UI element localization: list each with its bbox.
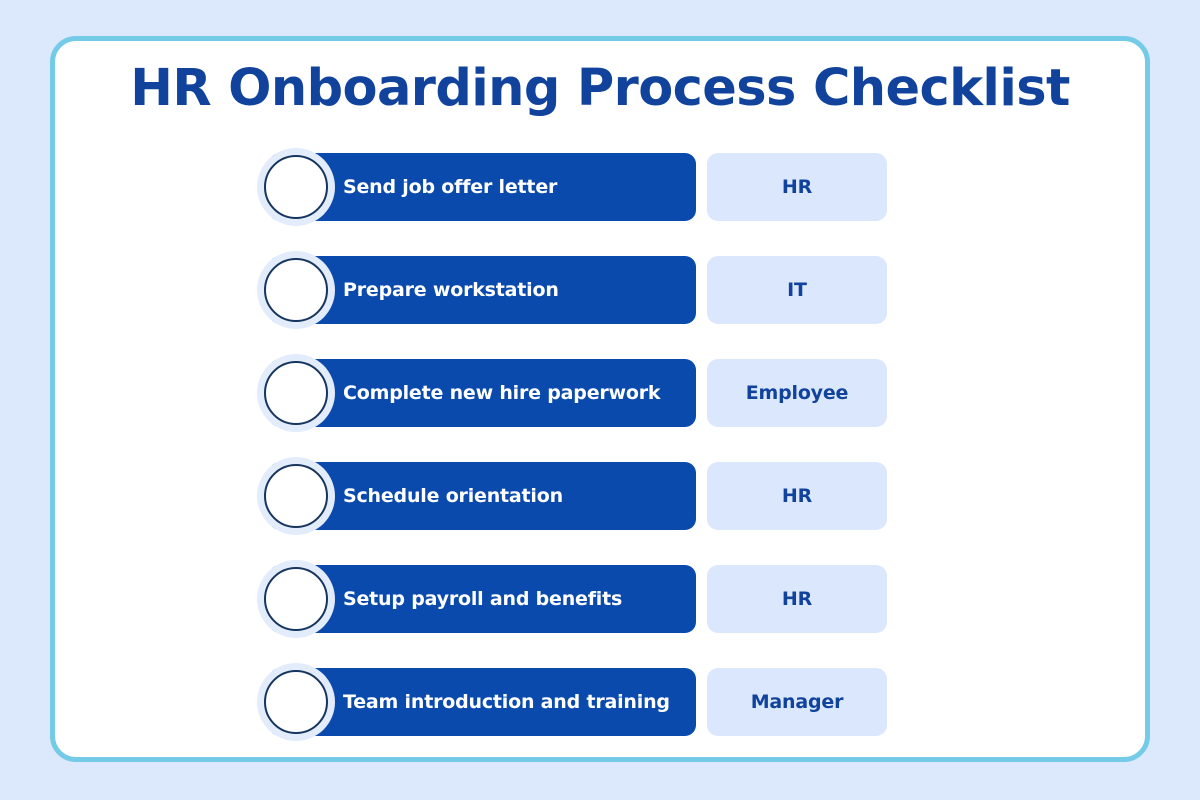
checklist-row: Setup payroll and benefits HR (55, 565, 1145, 633)
checklist-row: Complete new hire paperwork Employee (55, 359, 1145, 427)
role-badge: Employee (707, 359, 887, 427)
task-bar[interactable]: Prepare workstation (269, 256, 696, 324)
role-badge: Manager (707, 668, 887, 736)
checklist-row: Team introduction and training Manager (55, 668, 1145, 736)
checklist-row: Schedule orientation HR (55, 462, 1145, 530)
checklist-rows: Send job offer letter HR Prepare worksta… (55, 153, 1145, 736)
role-badge: HR (707, 462, 887, 530)
task-bar[interactable]: Schedule orientation (269, 462, 696, 530)
role-badge: IT (707, 256, 887, 324)
role-label: HR (781, 588, 813, 610)
role-label: Employee (745, 382, 849, 404)
checkbox-circle-icon[interactable] (264, 258, 328, 322)
task-bar[interactable]: Setup payroll and benefits (269, 565, 696, 633)
task-label: Team introduction and training (343, 691, 670, 713)
checklist-card: HR Onboarding Process Checklist Send job… (50, 36, 1150, 762)
role-badge: HR (707, 153, 887, 221)
role-label: HR (781, 176, 813, 198)
role-label: IT (787, 279, 807, 301)
task-bar[interactable]: Team introduction and training (269, 668, 696, 736)
role-label: Manager (750, 691, 844, 713)
task-bar[interactable]: Send job offer letter (269, 153, 696, 221)
checklist-row: Send job offer letter HR (55, 153, 1145, 221)
role-label: HR (781, 485, 813, 507)
checkbox-circle-icon[interactable] (264, 464, 328, 528)
checkbox-circle-icon[interactable] (264, 361, 328, 425)
checkbox-circle-icon[interactable] (264, 567, 328, 631)
role-badge: HR (707, 565, 887, 633)
checklist-row: Prepare workstation IT (55, 256, 1145, 324)
checkbox-circle-icon[interactable] (264, 155, 328, 219)
task-bar[interactable]: Complete new hire paperwork (269, 359, 696, 427)
page-title: HR Onboarding Process Checklist (130, 59, 1070, 118)
checklist-page: HR Onboarding Process Checklist Send job… (0, 0, 1200, 800)
checkbox-circle-icon[interactable] (264, 670, 328, 734)
